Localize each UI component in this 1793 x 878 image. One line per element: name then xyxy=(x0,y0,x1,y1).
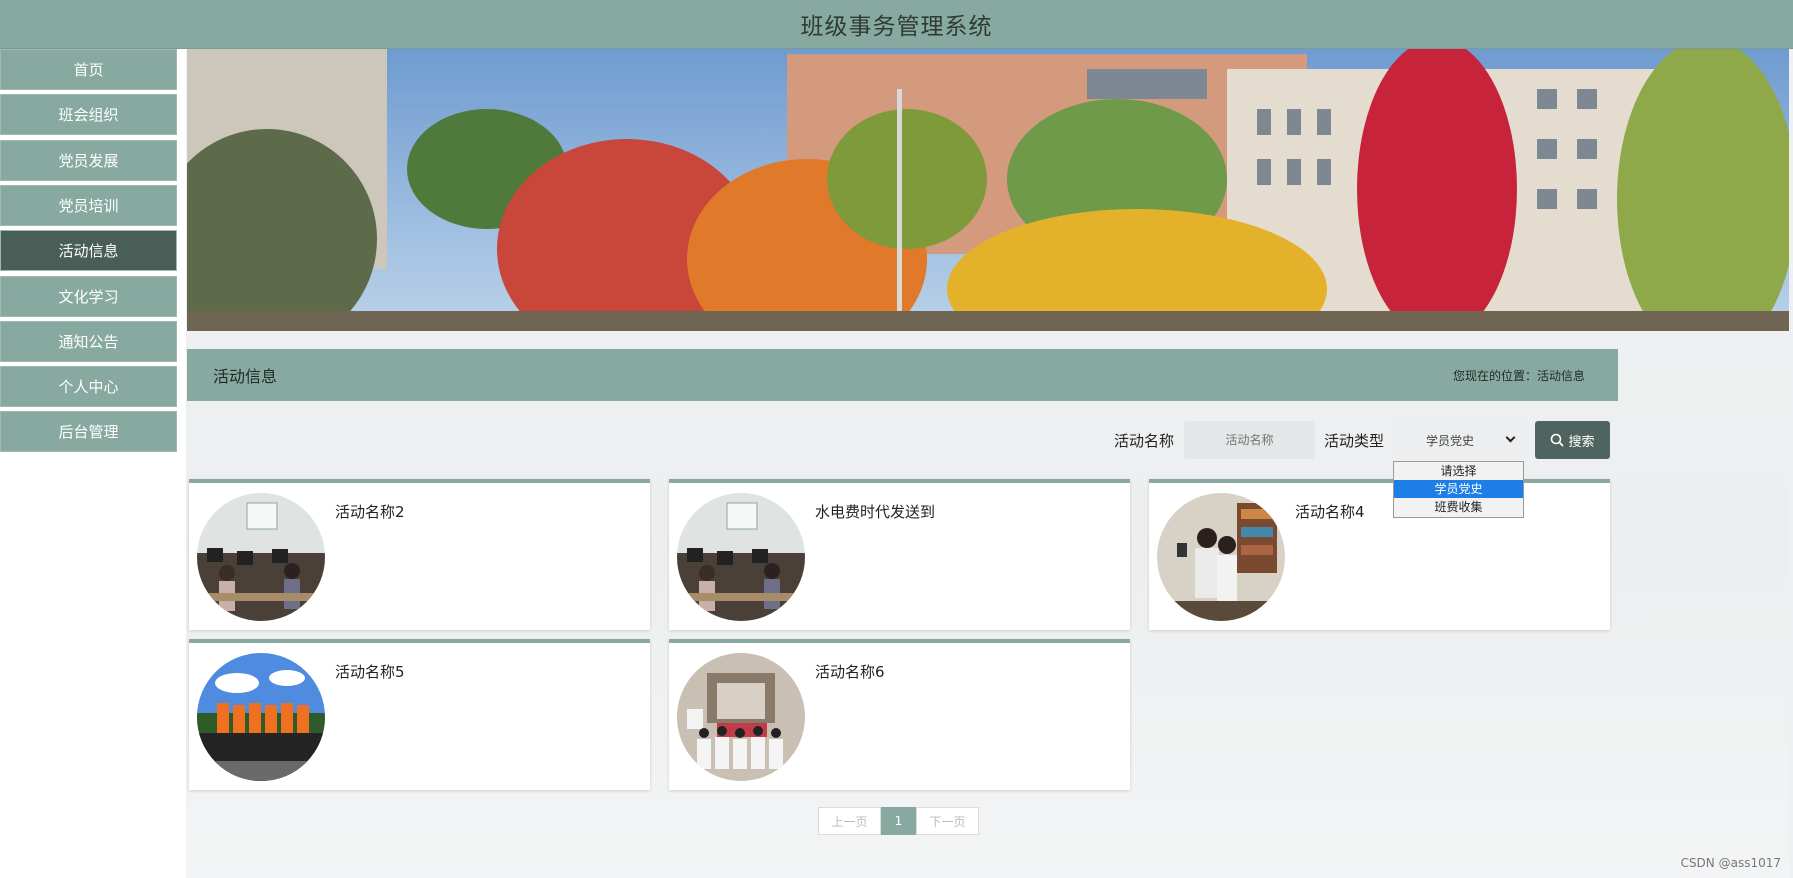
section-header-bar: 活动信息 您现在的位置：活动信息 xyxy=(187,349,1618,401)
app-title: 班级事务管理系统 xyxy=(800,14,993,40)
activity-card-title[interactable]: 水电费时代发送到 xyxy=(815,501,935,522)
breadcrumb: 您现在的位置：活动信息 xyxy=(1452,368,1585,383)
campus-banner-image xyxy=(187,49,1789,331)
dropdown-option[interactable]: 请选择 xyxy=(1394,462,1523,480)
activity-name-input[interactable] xyxy=(1184,421,1315,459)
activity-card-title[interactable]: 活动名称2 xyxy=(335,501,405,522)
sidebar-item-class-meeting[interactable]: 班会组织 xyxy=(0,94,177,135)
pagination: 上一页 1 下一页 xyxy=(818,807,979,835)
activity-type-value: 学员党史 xyxy=(1426,433,1475,448)
activity-type-select[interactable]: 学员党史 xyxy=(1396,421,1524,459)
search-button[interactable]: 搜索 xyxy=(1535,421,1610,459)
sidebar-item-activities[interactable]: 活动信息 xyxy=(0,230,177,271)
sidebar-item-notices[interactable]: 通知公告 xyxy=(0,321,177,362)
activity-card[interactable]: 活动名称5 xyxy=(189,639,650,790)
sidebar-item-home[interactable]: 首页 xyxy=(0,49,177,90)
dropdown-option[interactable]: 班费收集 xyxy=(1394,498,1523,516)
activity-card-title[interactable]: 活动名称6 xyxy=(815,661,885,682)
activity-thumbnail-auditorium[interactable] xyxy=(677,653,805,781)
sidebar-item-party-development[interactable]: 党员发展 xyxy=(0,140,177,181)
top-header: 班级事务管理系统 xyxy=(0,0,1793,49)
chevron-down-icon xyxy=(1505,432,1516,443)
sidebar-item-culture-study[interactable]: 文化学习 xyxy=(0,276,177,317)
activity-type-dropdown: 请选择 学员党史 班费收集 xyxy=(1393,461,1524,518)
section-title: 活动信息 xyxy=(213,367,278,386)
activity-thumbnail-classroom[interactable] xyxy=(197,493,325,621)
activity-card-title[interactable]: 活动名称4 xyxy=(1295,501,1365,522)
activity-card[interactable]: 活动名称6 xyxy=(669,639,1130,790)
activity-thumbnail-outdoor-group[interactable] xyxy=(197,653,325,781)
page-number-current[interactable]: 1 xyxy=(881,807,916,835)
search-button-label: 搜索 xyxy=(1568,434,1595,450)
activity-thumbnail-classroom[interactable] xyxy=(677,493,805,621)
sidebar-item-personal-center[interactable]: 个人中心 xyxy=(0,366,177,407)
activity-card[interactable]: 水电费时代发送到 xyxy=(669,479,1130,630)
prev-page-button[interactable]: 上一页 xyxy=(818,807,881,835)
activity-name-label: 活动名称 xyxy=(1114,432,1175,450)
activity-type-label: 活动类型 xyxy=(1324,432,1385,450)
csdn-watermark: CSDN @ass1017 xyxy=(1680,856,1781,870)
search-bar: 活动名称 活动类型 学员党史 搜索 xyxy=(0,421,1793,459)
activity-card[interactable]: 活动名称4 xyxy=(1149,479,1610,630)
activity-thumbnail-meeting[interactable] xyxy=(1157,493,1285,621)
search-icon xyxy=(1551,433,1565,447)
sidebar-item-party-training[interactable]: 党员培训 xyxy=(0,185,177,226)
activity-card-title[interactable]: 活动名称5 xyxy=(335,661,405,682)
next-page-button[interactable]: 下一页 xyxy=(916,807,979,835)
sidebar: 首页 班会组织 党员发展 党员培训 活动信息 文化学习 通知公告 个人中心 后台… xyxy=(0,49,186,878)
activity-card[interactable]: 活动名称2 xyxy=(189,479,650,630)
dropdown-option-selected[interactable]: 学员党史 xyxy=(1394,480,1523,498)
